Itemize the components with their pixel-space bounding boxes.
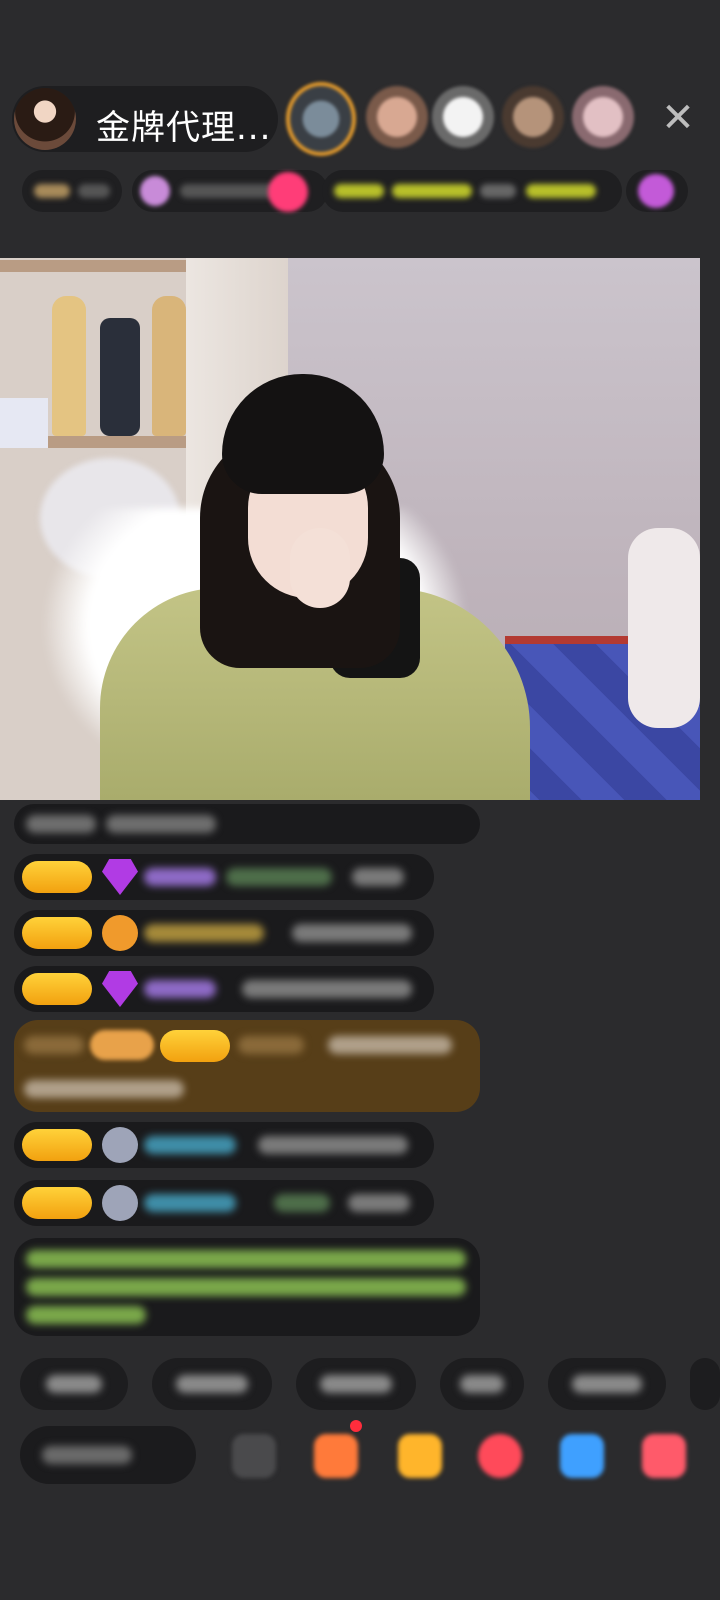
rank-chip[interactable] [22,170,122,212]
fans-chip[interactable] [132,170,328,212]
room-info-row [22,166,688,216]
level-badge [22,861,92,893]
close-icon[interactable]: ✕ [660,96,696,140]
gem-icon [102,971,138,1007]
viewer-avatar[interactable] [572,86,634,148]
quick-reply-chip[interactable] [152,1358,272,1410]
quick-reply-chip[interactable] [548,1358,666,1410]
quick-reply-chip[interactable] [440,1358,524,1410]
viewer-avatar[interactable] [502,86,564,148]
gift-icon[interactable] [398,1434,442,1478]
quick-reply-chip[interactable] [20,1358,128,1410]
gift-box-icon[interactable] [314,1434,358,1478]
chat-message[interactable] [14,804,480,844]
quick-reply-chip[interactable] [296,1358,416,1410]
chat-message[interactable] [14,1180,434,1226]
system-notice [14,1238,480,1336]
task-chip[interactable] [322,170,622,212]
cloud-icon [102,1185,138,1221]
host-info-pill[interactable]: 金牌代理... [12,86,278,152]
viewer-avatar[interactable] [366,86,428,148]
cloud-icon [102,1127,138,1163]
chat-message[interactable] [14,966,434,1012]
gift-chip[interactable] [626,170,688,212]
say-something-input[interactable] [20,1426,196,1484]
live-video-stream[interactable] [0,258,700,800]
level-badge [22,1187,92,1219]
live-room-screen: 金牌代理... ✕ [0,0,720,1600]
viewer-avatar[interactable] [432,86,494,148]
chat-message[interactable] [14,854,434,900]
level-badge [160,1030,230,1062]
heart-icon[interactable] [478,1434,522,1478]
level-badge [22,1129,92,1161]
message-icon[interactable] [560,1434,604,1478]
more-icon[interactable] [232,1434,276,1478]
notification-dot [350,1420,362,1432]
ring-icon [102,915,138,951]
grid-icon[interactable] [642,1434,686,1478]
level-badge [22,973,92,1005]
host-avatar[interactable] [14,88,76,150]
gem-icon [102,859,138,895]
chat-message[interactable] [14,910,434,956]
viewer-avatar-top1[interactable] [286,82,356,156]
quick-reply-chip[interactable] [690,1358,720,1410]
host-name[interactable]: 金牌代理... [96,100,271,149]
chat-message[interactable] [14,1122,434,1168]
level-badge [22,917,92,949]
chat-message-highlight[interactable] [14,1020,480,1112]
